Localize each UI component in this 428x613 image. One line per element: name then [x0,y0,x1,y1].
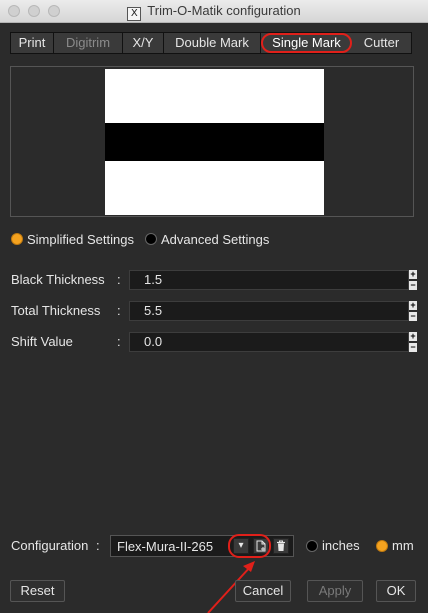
tab-xy[interactable]: X/Y [123,33,164,53]
black-thickness-row: Black Thickness : 1.5 + − [11,270,417,290]
inches-radio[interactable] [306,539,318,552]
unit-mm-option[interactable]: mm [376,538,414,553]
unit-inches-option[interactable]: inches [306,538,360,553]
mm-label[interactable]: mm [392,538,414,553]
tab-double-mark[interactable]: Double Mark [164,33,261,53]
total-thickness-label: Total Thickness [11,303,101,318]
simplified-settings-label[interactable]: Simplified Settings [27,232,134,247]
mm-radio[interactable] [376,539,388,552]
tab-digitrim[interactable]: Digitrim [54,33,123,53]
simplified-settings-radio[interactable] [11,233,23,245]
mark-preview-panel [10,66,414,217]
highlight-ring [228,534,271,558]
cancel-button[interactable]: Cancel [235,580,291,602]
black-thickness-spinner[interactable]: + − [409,270,417,290]
spin-up-icon[interactable]: + [409,270,417,279]
settings-mode-group: Simplified Settings Advanced Settings [11,230,269,248]
shift-value-input[interactable]: 0.0 [129,332,409,352]
tab-single-mark[interactable]: Single Mark [261,33,352,53]
spin-up-icon[interactable]: + [409,332,417,341]
param-colon: : [117,334,121,349]
shift-value-label: Shift Value [11,334,73,349]
mark-preview-canvas [105,69,324,215]
inches-label[interactable]: inches [322,538,360,553]
shift-value-spinner[interactable]: + − [409,332,417,352]
param-colon: : [117,303,121,318]
tab-bar: Print Digitrim X/Y Double Mark Single Ma… [10,32,412,54]
total-thickness-row: Total Thickness : 5.5 + − [11,301,417,321]
title-bar: X Trim-O-Matik configuration [0,0,428,23]
ok-button[interactable]: OK [376,580,416,602]
spin-down-icon[interactable]: − [409,343,417,352]
advanced-settings-label[interactable]: Advanced Settings [161,232,269,247]
total-thickness-input[interactable]: 5.5 [129,301,409,321]
black-thickness-label: Black Thickness [11,272,105,287]
configuration-label: Configuration [11,538,89,553]
black-thickness-input[interactable]: 1.5 [129,270,409,290]
total-thickness-spinner[interactable]: + − [409,301,417,321]
delete-config-icon[interactable] [273,538,289,554]
black-mark-bar [105,123,324,161]
shift-value-row: Shift Value : 0.0 + − [11,332,417,352]
configuration-colon: : [96,538,100,553]
apply-button[interactable]: Apply [307,580,363,602]
window-title: Trim-O-Matik configuration [147,3,301,18]
window-title-wrap: X Trim-O-Matik configuration [0,3,428,21]
configuration-value: Flex-Mura-II-265 [117,539,214,554]
tab-print[interactable]: Print [11,33,54,53]
spin-up-icon[interactable]: + [409,301,417,310]
tab-cutter[interactable]: Cutter [352,33,411,53]
reset-button[interactable]: Reset [10,580,65,602]
advanced-settings-radio[interactable] [144,233,157,245]
x11-icon: X [127,7,142,21]
spin-down-icon[interactable]: − [409,312,417,321]
param-colon: : [117,272,121,287]
spin-down-icon[interactable]: − [409,281,417,290]
